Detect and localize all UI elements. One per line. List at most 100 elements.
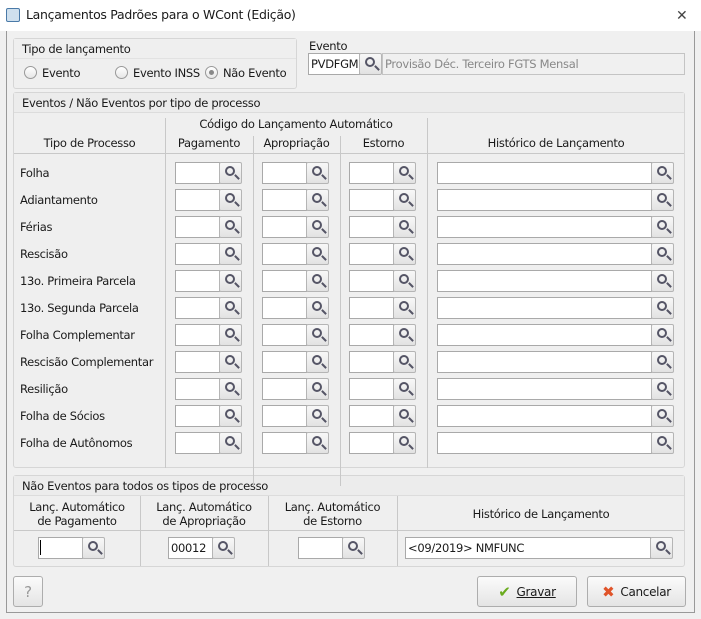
apropriacao-input[interactable] — [262, 432, 307, 454]
historico-input[interactable] — [437, 189, 652, 211]
estorno-search-button[interactable] — [393, 162, 416, 184]
historico-search-button[interactable] — [651, 162, 674, 184]
pagamento-search-button[interactable] — [219, 378, 242, 400]
pagamento-input[interactable] — [175, 351, 220, 373]
ne-historico-search-button[interactable] — [650, 537, 673, 559]
estorno-input[interactable] — [349, 270, 394, 292]
ne-estorno-search-button[interactable] — [342, 537, 365, 559]
estorno-input[interactable] — [349, 189, 394, 211]
estorno-input[interactable] — [349, 243, 394, 265]
ne-apropriacao-input[interactable]: 00012 — [168, 537, 213, 559]
ne-historico-input[interactable]: <09/2019> NMFUNC — [405, 537, 651, 559]
estorno-input[interactable] — [349, 297, 394, 319]
pagamento-search-button[interactable] — [219, 324, 242, 346]
historico-input[interactable] — [437, 270, 652, 292]
apropriacao-search-button[interactable] — [306, 324, 329, 346]
pagamento-search-button[interactable] — [219, 270, 242, 292]
apropriacao-input[interactable] — [262, 270, 307, 292]
apropriacao-search-button[interactable] — [306, 297, 329, 319]
historico-search-button[interactable] — [651, 378, 674, 400]
evento-search-button[interactable] — [359, 53, 382, 75]
historico-input[interactable] — [437, 324, 652, 346]
apropriacao-search-button[interactable] — [306, 270, 329, 292]
save-button[interactable]: ✔ Gravar — [477, 576, 577, 607]
pagamento-search-button[interactable] — [219, 189, 242, 211]
apropriacao-search-button[interactable] — [306, 216, 329, 238]
apropriacao-search-button[interactable] — [306, 405, 329, 427]
historico-input[interactable] — [437, 216, 652, 238]
cancel-button[interactable]: ✖ Cancelar — [587, 576, 686, 607]
apropriacao-input[interactable] — [262, 351, 307, 373]
apropriacao-input[interactable] — [262, 405, 307, 427]
apropriacao-search-button[interactable] — [306, 189, 329, 211]
estorno-search-button[interactable] — [393, 405, 416, 427]
estorno-input[interactable] — [349, 324, 394, 346]
historico-input[interactable] — [437, 432, 652, 454]
historico-search-button[interactable] — [651, 243, 674, 265]
pagamento-input[interactable] — [175, 432, 220, 454]
pagamento-input[interactable] — [175, 297, 220, 319]
apropriacao-input[interactable] — [262, 216, 307, 238]
historico-search-button[interactable] — [651, 216, 674, 238]
estorno-search-button[interactable] — [393, 189, 416, 211]
radio-evento-inss[interactable]: Evento INSS — [115, 66, 200, 80]
historico-input[interactable] — [437, 243, 652, 265]
estorno-search-button[interactable] — [393, 216, 416, 238]
pagamento-search-button[interactable] — [219, 216, 242, 238]
pagamento-input[interactable] — [175, 189, 220, 211]
apropriacao-input[interactable] — [262, 189, 307, 211]
radio-evento[interactable]: Evento — [24, 66, 80, 80]
historico-search-button[interactable] — [651, 405, 674, 427]
apropriacao-search-button[interactable] — [306, 351, 329, 373]
pagamento-search-button[interactable] — [219, 297, 242, 319]
ne-pagamento-search-button[interactable] — [82, 537, 105, 559]
apropriacao-input[interactable] — [262, 378, 307, 400]
estorno-search-button[interactable] — [393, 297, 416, 319]
ne-pagamento-input[interactable] — [38, 537, 83, 559]
apropriacao-search-button[interactable] — [306, 378, 329, 400]
pagamento-input[interactable] — [175, 243, 220, 265]
historico-input[interactable] — [437, 297, 652, 319]
estorno-search-button[interactable] — [393, 324, 416, 346]
ne-estorno-input[interactable] — [298, 537, 343, 559]
historico-input[interactable] — [437, 405, 652, 427]
historico-search-button[interactable] — [651, 324, 674, 346]
help-button[interactable]: ? — [13, 576, 43, 607]
estorno-search-button[interactable] — [393, 270, 416, 292]
evento-code-input[interactable]: PVDFGM — [308, 53, 360, 75]
historico-input[interactable] — [437, 162, 652, 184]
pagamento-search-button[interactable] — [219, 162, 242, 184]
estorno-search-button[interactable] — [393, 378, 416, 400]
estorno-search-button[interactable] — [393, 432, 416, 454]
pagamento-search-button[interactable] — [219, 351, 242, 373]
historico-search-button[interactable] — [651, 351, 674, 373]
estorno-input[interactable] — [349, 216, 394, 238]
historico-search-button[interactable] — [651, 270, 674, 292]
pagamento-input[interactable] — [175, 270, 220, 292]
pagamento-search-button[interactable] — [219, 432, 242, 454]
pagamento-input[interactable] — [175, 378, 220, 400]
apropriacao-input[interactable] — [262, 324, 307, 346]
estorno-search-button[interactable] — [393, 351, 416, 373]
apropriacao-input[interactable] — [262, 243, 307, 265]
apropriacao-input[interactable] — [262, 162, 307, 184]
ne-apropriacao-search-button[interactable] — [212, 537, 235, 559]
close-icon[interactable]: ✕ — [676, 8, 688, 24]
historico-search-button[interactable] — [651, 432, 674, 454]
apropriacao-search-button[interactable] — [306, 162, 329, 184]
pagamento-input[interactable] — [175, 405, 220, 427]
pagamento-input[interactable] — [175, 324, 220, 346]
pagamento-search-button[interactable] — [219, 405, 242, 427]
apropriacao-search-button[interactable] — [306, 243, 329, 265]
apropriacao-search-button[interactable] — [306, 432, 329, 454]
estorno-input[interactable] — [349, 405, 394, 427]
apropriacao-input[interactable] — [262, 297, 307, 319]
estorno-search-button[interactable] — [393, 243, 416, 265]
pagamento-search-button[interactable] — [219, 243, 242, 265]
historico-input[interactable] — [437, 351, 652, 373]
pagamento-input[interactable] — [175, 216, 220, 238]
estorno-input[interactable] — [349, 162, 394, 184]
estorno-input[interactable] — [349, 432, 394, 454]
historico-input[interactable] — [437, 378, 652, 400]
historico-search-button[interactable] — [651, 297, 674, 319]
